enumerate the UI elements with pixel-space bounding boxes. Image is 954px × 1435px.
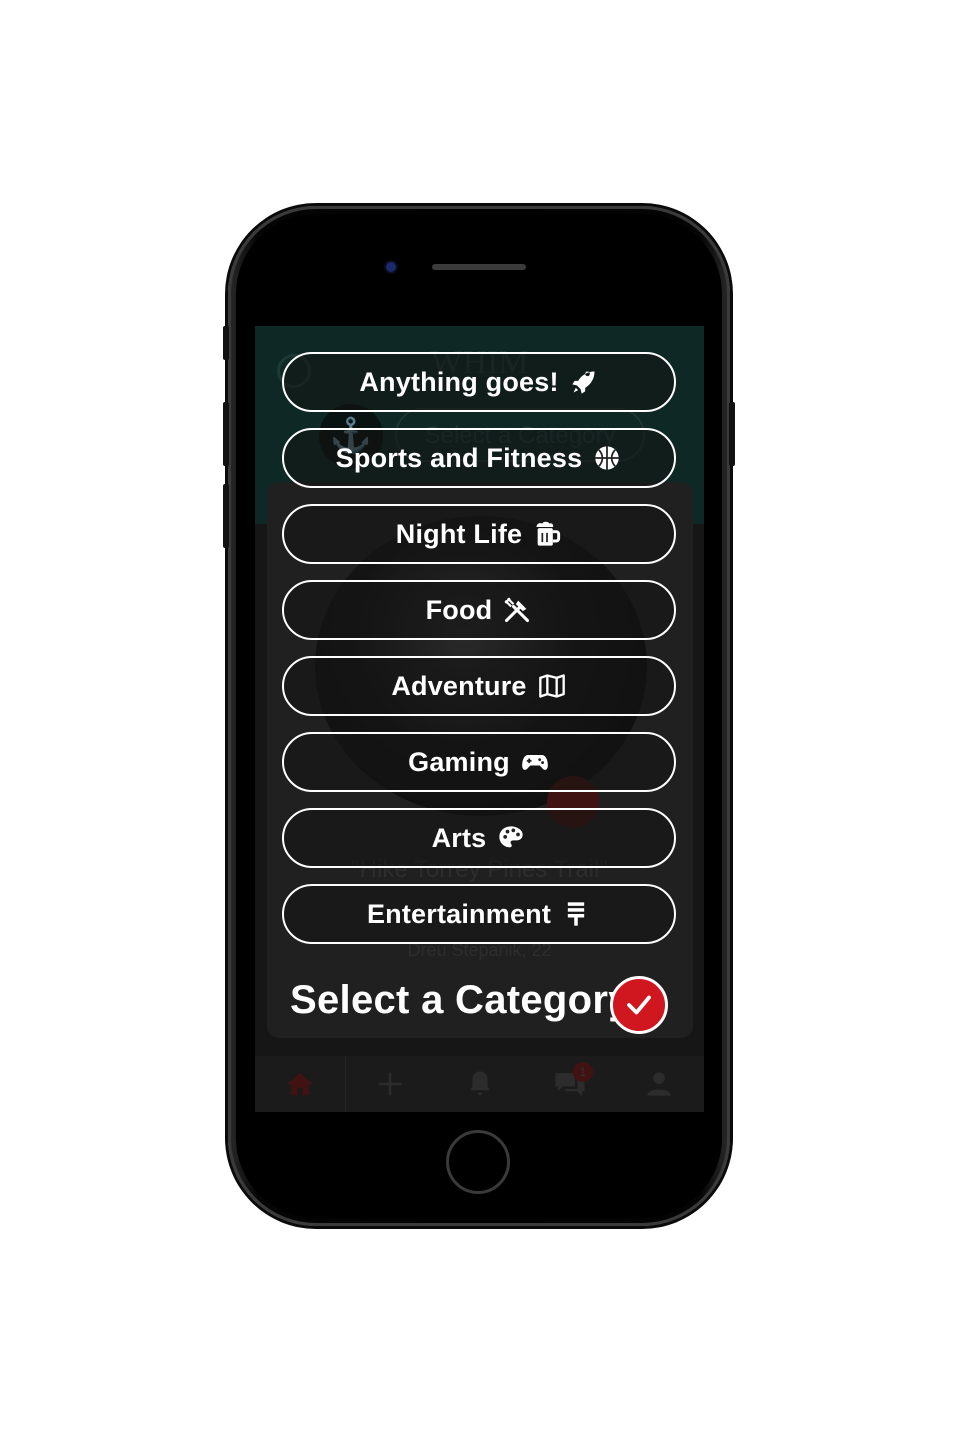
- front-camera: [386, 262, 396, 272]
- power-button: [729, 402, 735, 466]
- earpiece-speaker: [432, 264, 526, 270]
- rocket-icon: [569, 367, 599, 397]
- utensils-icon: [502, 595, 532, 625]
- category-sports-fitness-button[interactable]: Sports and Fitness: [282, 428, 676, 488]
- palette-icon: [496, 823, 526, 853]
- category-night-life-button[interactable]: Night Life: [282, 504, 676, 564]
- category-arts-button[interactable]: Arts: [282, 808, 676, 868]
- category-anything-goes-button[interactable]: Anything goes!: [282, 352, 676, 412]
- category-gaming-button[interactable]: Gaming: [282, 732, 676, 792]
- volume-down-button: [223, 484, 229, 548]
- category-food-button[interactable]: Food: [282, 580, 676, 640]
- category-label: Gaming: [408, 746, 510, 777]
- category-adventure-button[interactable]: Adventure: [282, 656, 676, 716]
- gamepad-icon: [520, 747, 550, 777]
- category-label: Sports and Fitness: [335, 442, 583, 473]
- modal-title: Select a Category: [290, 978, 631, 1022]
- home-button[interactable]: [446, 1130, 510, 1194]
- category-label: Night Life: [395, 518, 523, 549]
- category-entertainment-button[interactable]: Entertainment: [282, 884, 676, 944]
- basketball-icon: [592, 443, 622, 473]
- mute-switch: [223, 326, 229, 360]
- beer-mug-icon: [532, 519, 562, 549]
- category-label: Adventure: [391, 670, 527, 701]
- map-icon: [537, 671, 567, 701]
- category-label: Anything goes!: [359, 366, 559, 397]
- confirm-category-button[interactable]: [610, 976, 668, 1034]
- category-label: Food: [425, 594, 493, 625]
- category-label: Arts: [431, 822, 487, 853]
- microphone-icon: [561, 899, 591, 929]
- check-icon: [627, 995, 651, 1015]
- volume-up-button: [223, 402, 229, 466]
- category-label: Entertainment: [366, 898, 552, 929]
- phone-screen: WHIM ⚓ Select a Category "Hike Torrey Pi…: [255, 326, 704, 1112]
